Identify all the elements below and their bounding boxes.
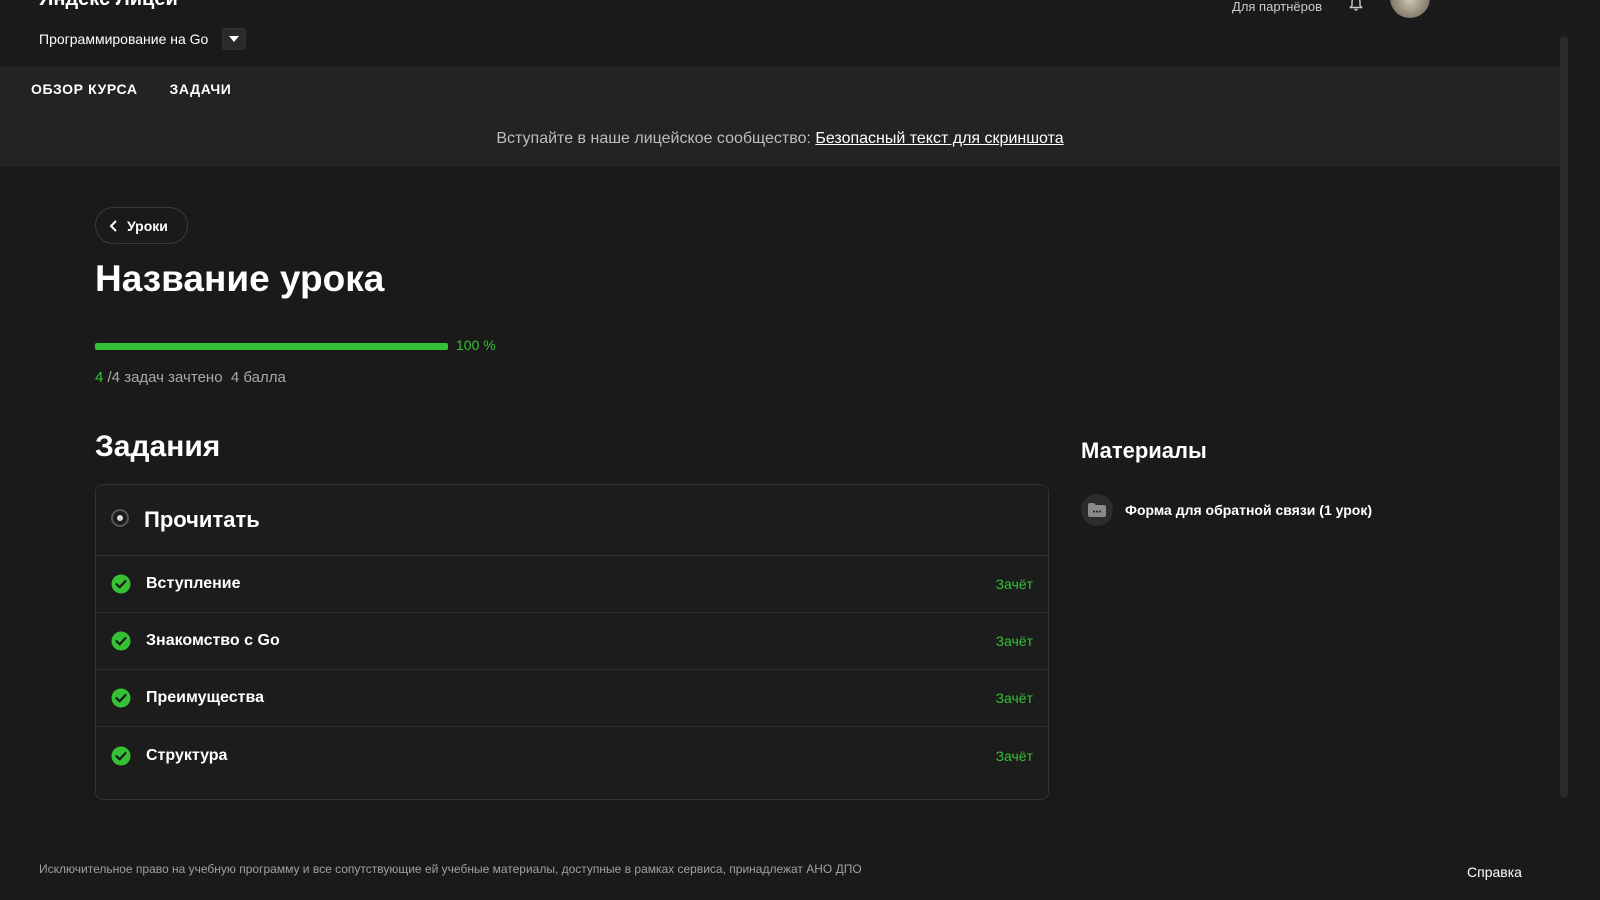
progress-stats: 4 /4 задач зачтено 4 балла bbox=[95, 369, 286, 386]
material-item[interactable]: Форма для обратной связи (1 урок) bbox=[1081, 494, 1372, 526]
lesson-title: Название урока bbox=[95, 258, 385, 299]
header-right: Для партнёров bbox=[1232, 0, 1430, 18]
progress-bar bbox=[95, 343, 448, 350]
folder-icon bbox=[1088, 503, 1106, 517]
header: Яндекс Лицей Программирование на Go Для … bbox=[0, 0, 1560, 66]
tasks-total-label: /4 задач зачтено bbox=[107, 369, 223, 386]
partners-link[interactable]: Для партнёров bbox=[1232, 0, 1322, 14]
task-status: Зачёт bbox=[995, 633, 1033, 649]
tab-tasks[interactable]: Задачи bbox=[170, 81, 232, 97]
task-status: Зачёт bbox=[995, 576, 1033, 592]
back-to-lessons-button[interactable]: Уроки bbox=[95, 207, 188, 244]
course-dropdown-button[interactable] bbox=[222, 28, 247, 50]
task-list: Вступление Зачёт Знакомство с Go Зачёт Преим… bbox=[96, 556, 1048, 784]
footer-copyright: Исключительное право на учебную программ… bbox=[39, 862, 862, 876]
task-name[interactable]: Знакомство с Go bbox=[146, 632, 996, 650]
course-name[interactable]: Программирование на Go bbox=[39, 31, 208, 47]
check-circle-icon bbox=[111, 574, 131, 594]
task-status: Зачёт bbox=[995, 690, 1033, 706]
course-tabs: Обзор курса Задачи bbox=[31, 81, 231, 97]
page: Яндекс Лицей Программирование на Go Для … bbox=[0, 0, 1568, 882]
chevron-down-icon bbox=[229, 36, 240, 42]
community-banner: Вступайте в наше лицейское сообщество: Б… bbox=[0, 130, 1560, 148]
task-row[interactable]: Вступление Зачёт bbox=[96, 556, 1048, 613]
banner-text: Вступайте в наше лицейское сообщество: bbox=[496, 130, 816, 147]
progress-bar-fill bbox=[95, 343, 448, 350]
check-circle-icon bbox=[111, 688, 131, 708]
footer-help-link[interactable]: Справка bbox=[1467, 864, 1522, 880]
materials-heading: Материалы bbox=[1081, 438, 1207, 463]
page-scrollbar[interactable] bbox=[1560, 36, 1568, 798]
task-name[interactable]: Вступление bbox=[146, 575, 996, 593]
task-row[interactable]: Преимущества Зачёт bbox=[96, 670, 1048, 727]
tab-overview[interactable]: Обзор курса bbox=[31, 81, 138, 97]
tasks-heading: Задания bbox=[95, 430, 221, 463]
task-group-header[interactable]: Прочитать bbox=[96, 485, 1048, 556]
check-circle-icon bbox=[111, 631, 131, 651]
material-name[interactable]: Форма для обратной связи (1 урок) bbox=[1125, 502, 1372, 518]
back-button-label: Уроки bbox=[127, 217, 168, 234]
tasks-done-count: 4 bbox=[95, 369, 104, 386]
task-row[interactable]: Структура Зачёт bbox=[96, 727, 1048, 784]
notifications-button[interactable] bbox=[1348, 0, 1364, 17]
task-group-title: Прочитать bbox=[144, 507, 260, 532]
points-label: 4 балла bbox=[230, 369, 286, 386]
banner-link[interactable]: Безопасный текст для скриншота bbox=[815, 130, 1063, 147]
task-name[interactable]: Структура bbox=[146, 747, 996, 765]
tasks-card: Прочитать Вступление Зачёт Знакомство с Go… bbox=[95, 484, 1049, 800]
task-name[interactable]: Преимущества bbox=[146, 689, 996, 707]
brand-logo[interactable]: Яндекс Лицей bbox=[39, 0, 178, 11]
task-status: Зачёт bbox=[995, 747, 1033, 764]
avatar[interactable] bbox=[1390, 0, 1430, 18]
read-group-icon bbox=[110, 508, 130, 533]
progress-percent: 100 % bbox=[456, 337, 496, 353]
course-selector[interactable]: Программирование на Go bbox=[39, 28, 247, 50]
course-nav-band: Обзор курса Задачи Вступайте в наше лице… bbox=[0, 66, 1560, 167]
chevron-left-icon bbox=[109, 219, 117, 232]
material-icon-wrap bbox=[1081, 494, 1113, 526]
task-row[interactable]: Знакомство с Go Зачёт bbox=[96, 613, 1048, 670]
progress-ring-icon bbox=[111, 508, 129, 527]
check-circle-icon bbox=[111, 746, 131, 765]
bell-icon bbox=[1349, 0, 1363, 11]
